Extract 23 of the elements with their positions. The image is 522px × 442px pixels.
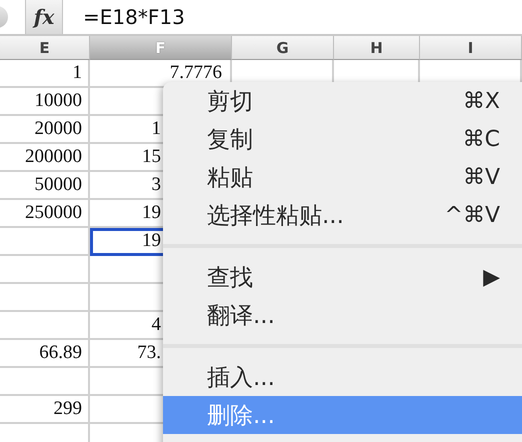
table-cell: 50000 bbox=[0, 172, 90, 200]
formula-field[interactable]: =E18*F13 bbox=[83, 5, 185, 29]
column-header[interactable]: E bbox=[0, 36, 90, 60]
menu-shortcut: ⌘C bbox=[462, 126, 500, 152]
table-cell: 20000 bbox=[0, 116, 90, 144]
table-cell: 66.89 bbox=[0, 340, 90, 368]
menu-shortcut: ⌘X bbox=[462, 88, 500, 114]
column-header[interactable]: H bbox=[334, 36, 420, 60]
table-cell: 1 bbox=[0, 60, 90, 88]
menu-item-label: 剪切 bbox=[207, 88, 253, 116]
menu-item-label: 删除... bbox=[207, 402, 275, 430]
table-cell: 10000 bbox=[0, 88, 90, 116]
menu-shortcut: ▶ bbox=[483, 264, 500, 290]
table-cell: 200000 bbox=[0, 144, 90, 172]
menu-item[interactable]: 查找 ▶ bbox=[163, 258, 522, 296]
table-cell: 250000 bbox=[0, 200, 90, 228]
menu-shortcut: ^⌘V bbox=[444, 202, 500, 228]
table-cell: 299 bbox=[0, 396, 90, 424]
menu-item-label: 查找 bbox=[207, 264, 253, 292]
column-header[interactable]: I bbox=[420, 36, 522, 60]
menu-shortcut: ⌘V bbox=[462, 164, 500, 190]
column-header[interactable]: G bbox=[232, 36, 334, 60]
function-button[interactable]: fx bbox=[25, 0, 63, 34]
